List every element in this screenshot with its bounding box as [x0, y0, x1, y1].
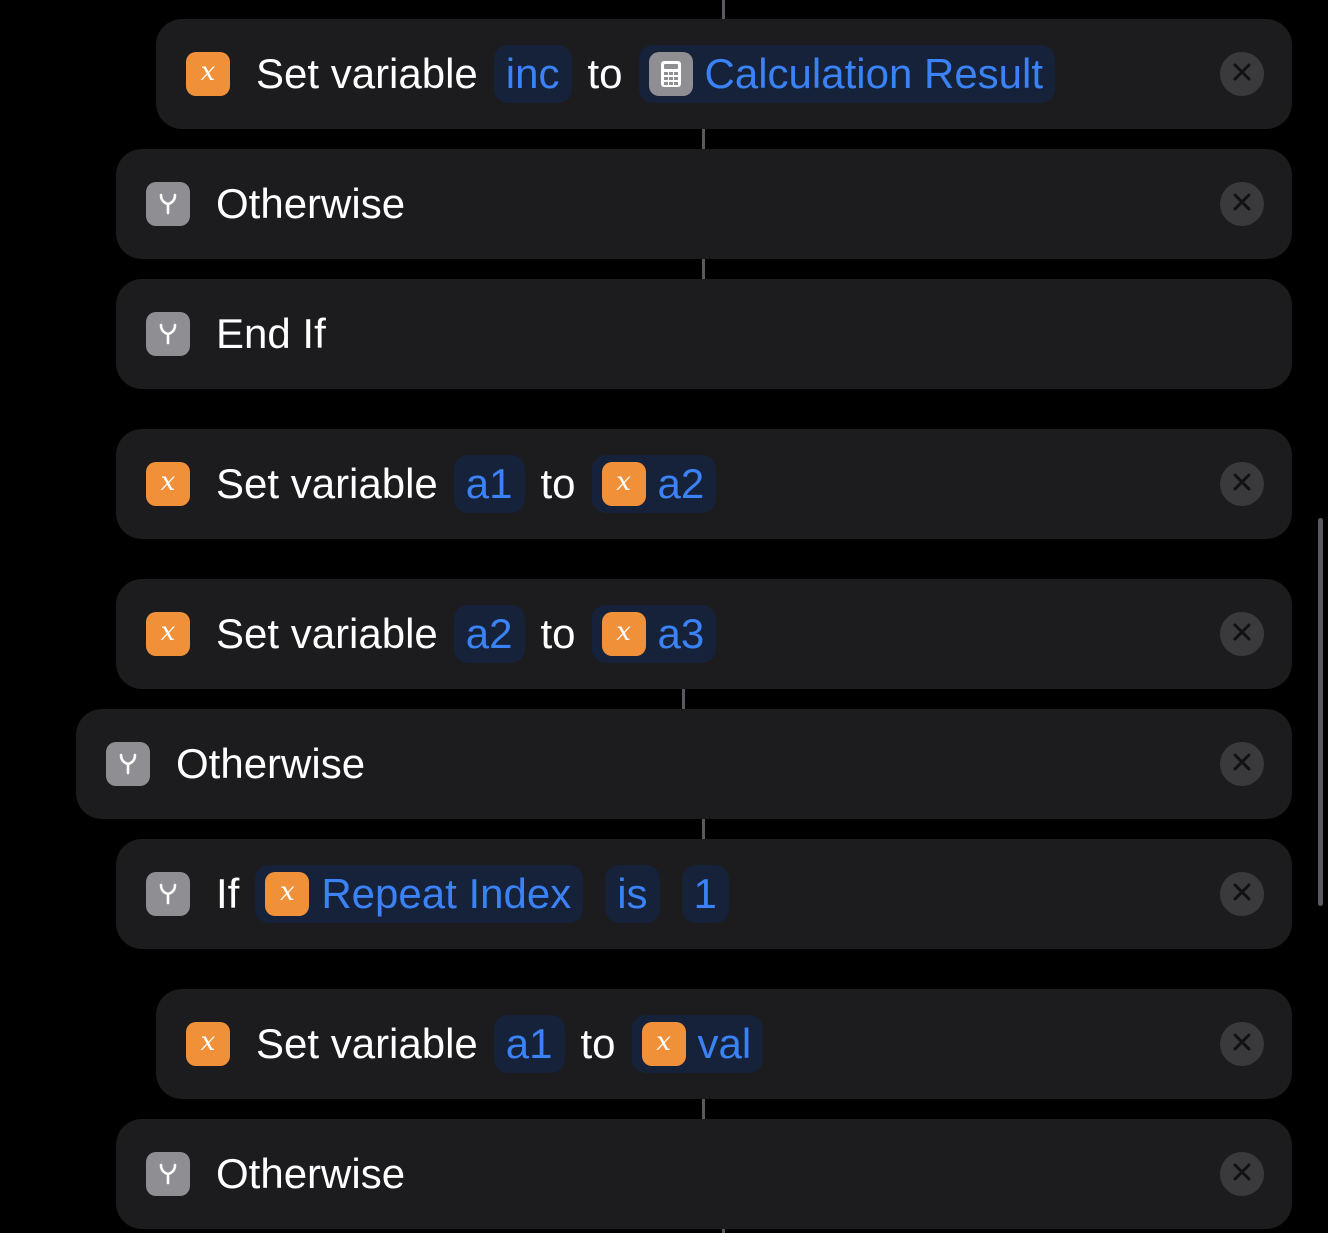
remove-action-button[interactable]	[1220, 1152, 1264, 1196]
action-set-variable-inc[interactable]: x Set variable inc to Calculation Result	[156, 19, 1292, 129]
variable-value-token[interactable]: x val	[631, 1015, 764, 1073]
remove-action-button[interactable]	[1220, 742, 1264, 786]
if-subject-label: Repeat Index	[321, 870, 572, 917]
variable-name-token[interactable]: inc	[493, 45, 572, 103]
action-label: Otherwise	[216, 180, 406, 227]
branch-icon	[146, 182, 190, 226]
remove-action-button[interactable]	[1220, 1022, 1264, 1066]
close-icon	[1233, 473, 1251, 496]
close-icon	[1233, 753, 1251, 776]
remove-action-button[interactable]	[1220, 182, 1264, 226]
close-icon	[1233, 883, 1251, 906]
connector-word: to	[540, 460, 576, 507]
close-icon	[1233, 193, 1251, 216]
flow-connector	[702, 128, 705, 150]
flow-connector	[702, 258, 705, 280]
branch-icon	[146, 1152, 190, 1196]
connector-word: to	[587, 50, 623, 97]
calculator-icon	[648, 52, 693, 96]
if-condition-token[interactable]: is	[605, 865, 660, 923]
x-variable-icon: x	[265, 872, 310, 916]
action-set-variable-a1[interactable]: x Set variable a1 to x a2	[116, 429, 1292, 539]
variable-value-token[interactable]: Calculation Result	[638, 45, 1056, 103]
close-icon	[1233, 63, 1251, 86]
action-verb: Set variable	[256, 1020, 478, 1067]
x-variable-icon: x	[146, 462, 190, 506]
close-icon	[1233, 1163, 1251, 1186]
action-end-if[interactable]: End If	[116, 279, 1292, 389]
branch-icon	[106, 742, 150, 786]
action-set-variable-a2[interactable]: x Set variable a2 to x a3	[116, 579, 1292, 689]
variable-name-token[interactable]: a2	[453, 605, 525, 663]
variable-value-label: a2	[657, 460, 705, 507]
flow-connector	[682, 688, 685, 710]
action-label: End If	[216, 310, 326, 357]
variable-name-token[interactable]: a1	[453, 455, 525, 513]
if-subject-token[interactable]: x Repeat Index	[255, 865, 584, 923]
action-otherwise[interactable]: Otherwise	[116, 149, 1292, 259]
action-verb: Set variable	[216, 610, 438, 657]
branch-icon	[146, 872, 190, 916]
remove-action-button[interactable]	[1220, 612, 1264, 656]
action-if[interactable]: If x Repeat Index is 1	[116, 839, 1292, 949]
connector-word: to	[540, 610, 576, 657]
x-variable-icon: x	[186, 1022, 230, 1066]
action-verb: Set variable	[216, 460, 438, 507]
remove-action-button[interactable]	[1220, 872, 1264, 916]
action-label: Otherwise	[216, 1150, 406, 1197]
variable-name-token[interactable]: a1	[493, 1015, 565, 1073]
remove-action-button[interactable]	[1220, 52, 1264, 96]
flow-connector	[722, 0, 725, 20]
close-icon	[1233, 1033, 1251, 1056]
scrollbar[interactable]	[1318, 518, 1323, 906]
connector-word: to	[580, 1020, 616, 1067]
action-label: If	[216, 870, 240, 917]
x-variable-icon: x	[146, 612, 190, 656]
action-set-variable-a1[interactable]: x Set variable a1 to x val	[156, 989, 1292, 1099]
variable-value-label: a3	[657, 610, 705, 657]
x-variable-icon: x	[601, 462, 646, 506]
if-value-token[interactable]: 1	[681, 865, 729, 923]
x-variable-icon: x	[601, 612, 646, 656]
x-variable-icon: x	[641, 1022, 686, 1066]
flow-connector	[702, 1098, 705, 1120]
remove-action-button[interactable]	[1220, 462, 1264, 506]
branch-icon	[146, 312, 190, 356]
variable-value-token[interactable]: x a3	[591, 605, 717, 663]
action-otherwise[interactable]: Otherwise	[76, 709, 1292, 819]
flow-connector	[702, 818, 705, 840]
variable-value-token[interactable]: x a2	[591, 455, 717, 513]
action-label: Otherwise	[176, 740, 366, 787]
close-icon	[1233, 623, 1251, 646]
action-verb: Set variable	[256, 50, 478, 97]
x-variable-icon: x	[186, 52, 230, 96]
variable-value-label: val	[697, 1020, 752, 1067]
action-otherwise[interactable]: Otherwise	[116, 1119, 1292, 1229]
variable-value-label: Calculation Result	[704, 50, 1044, 97]
